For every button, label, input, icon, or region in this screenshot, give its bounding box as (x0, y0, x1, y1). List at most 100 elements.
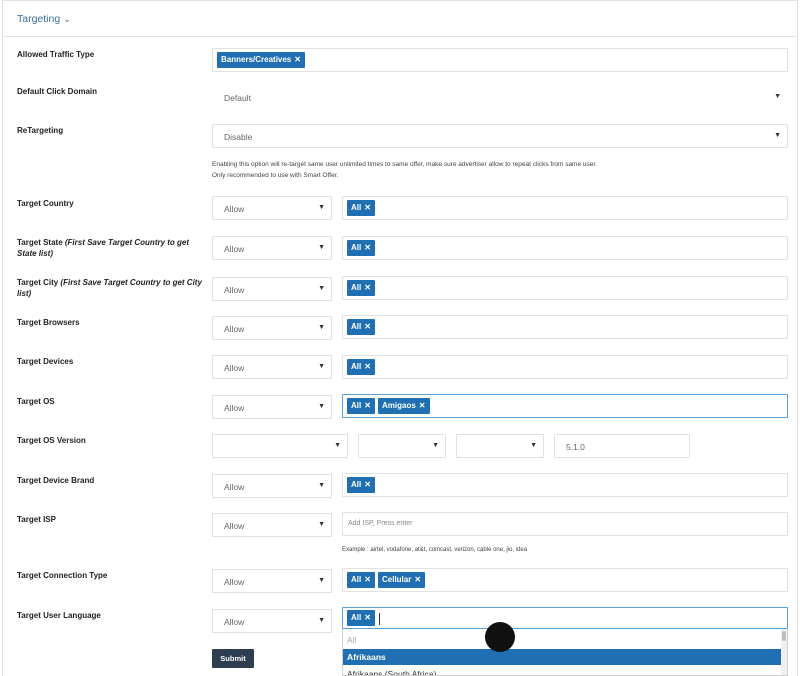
panel-header[interactable]: Targeting ⌄ (3, 1, 797, 37)
tag-all: All ✕ (347, 280, 375, 296)
submit-button[interactable]: Submit (212, 649, 254, 668)
tag-label: All (351, 362, 362, 371)
allowed-traffic-label: Allowed Traffic Type (17, 50, 95, 59)
target-devices-mode-select[interactable]: Allow ▼ (212, 355, 332, 379)
close-icon[interactable]: ✕ (414, 575, 421, 584)
target-country-input[interactable]: All ✕ (342, 196, 788, 220)
target-state-label: Target State (First Save Target Country … (17, 237, 207, 259)
os-version-value: 5.1.0 (566, 442, 585, 452)
retargeting-help-line1: Enabling this option will re-target same… (212, 161, 597, 168)
tag-all: All ✕ (347, 572, 375, 588)
target-city-label: Target City (First Save Target Country t… (17, 277, 207, 299)
close-icon[interactable]: ✕ (364, 401, 371, 410)
tag-label: All (351, 283, 362, 292)
tag-label: Banners/Creatives (221, 55, 292, 64)
target-os-input[interactable]: All ✕ Amigaos ✕ (342, 394, 788, 418)
dropdown-scrollbar[interactable] (781, 629, 787, 675)
tag-amigaos: Amigaos ✕ (378, 398, 430, 414)
target-isp-mode: Allow (224, 521, 245, 531)
target-browsers-mode-select[interactable]: Allow ▼ (212, 316, 332, 340)
close-icon[interactable]: ✕ (364, 480, 371, 489)
caret-down-icon: ▼ (318, 363, 325, 370)
caret-down-icon: ▼ (318, 617, 325, 624)
target-language-mode-select[interactable]: Allow ▼ (212, 609, 332, 633)
close-icon[interactable]: ✕ (294, 55, 301, 64)
target-device-brand-mode: Allow (224, 482, 245, 492)
target-state-input[interactable]: All ✕ (342, 236, 788, 260)
caret-down-icon: ▼ (774, 132, 781, 139)
scrollbar-thumb[interactable] (782, 631, 786, 641)
close-icon[interactable]: ✕ (364, 243, 371, 252)
tag-cellular: Cellular ✕ (378, 572, 426, 588)
close-icon[interactable]: ✕ (364, 322, 371, 331)
target-country-mode-select[interactable]: Allow ▼ (212, 196, 332, 220)
target-city-mode: Allow (224, 285, 245, 295)
close-icon[interactable]: ✕ (364, 283, 371, 292)
tag-all: All ✕ (347, 319, 375, 335)
isp-placeholder: Add ISP, Press enter (348, 520, 413, 527)
tag-label: Amigaos (382, 401, 416, 410)
dropdown-option-afrikaans-south-africa[interactable]: Afrikaans (South Africa) (343, 666, 783, 675)
target-devices-label: Target Devices (17, 357, 74, 366)
target-isp-label: Target ISP (17, 515, 56, 524)
os-version-select-2[interactable]: ▼ (358, 434, 446, 458)
caret-down-icon: ▼ (318, 244, 325, 251)
target-browsers-input[interactable]: All ✕ (342, 315, 788, 339)
retargeting-select[interactable]: Disable ▼ (212, 124, 788, 148)
mouse-cursor-indicator (485, 622, 515, 652)
target-device-brand-label: Target Device Brand (17, 476, 95, 485)
target-country-mode: Allow (224, 204, 245, 214)
target-connection-input[interactable]: All ✕ Cellular ✕ (342, 568, 788, 592)
target-connection-label: Target Connection Type (17, 571, 108, 580)
tag-all: All ✕ (347, 477, 375, 493)
target-os-mode-select[interactable]: Allow ▼ (212, 395, 332, 419)
target-connection-mode-select[interactable]: Allow ▼ (212, 569, 332, 593)
os-version-select-3[interactable]: ▼ (456, 434, 544, 458)
target-state-mode-select[interactable]: Allow ▼ (212, 236, 332, 260)
caret-down-icon: ▼ (318, 482, 325, 489)
close-icon[interactable]: ✕ (364, 613, 371, 622)
tag-all: All ✕ (347, 610, 375, 626)
target-device-brand-mode-select[interactable]: Allow ▼ (212, 474, 332, 498)
close-icon[interactable]: ✕ (419, 401, 426, 410)
tag-label: All (351, 401, 362, 410)
tag-all: All ✕ (347, 398, 375, 414)
close-icon[interactable]: ✕ (364, 362, 371, 371)
target-devices-mode: Allow (224, 363, 245, 373)
tag-all: All ✕ (347, 240, 375, 256)
dropdown-option-afrikaans[interactable]: Afrikaans (343, 649, 783, 665)
click-domain-value: Default (224, 93, 251, 103)
target-country-label: Target Country (17, 199, 74, 208)
target-os-label: Target OS (17, 397, 55, 406)
target-isp-input[interactable]: Add ISP, Press enter (342, 512, 788, 536)
target-city-label-text: Target City (17, 278, 61, 287)
target-state-label-text: Target State (17, 238, 65, 247)
click-domain-select[interactable]: Default ▼ (212, 85, 788, 109)
tag-label: Cellular (382, 575, 412, 584)
dropdown-option-all[interactable]: All (343, 632, 783, 648)
os-version-select-1[interactable]: ▼ (212, 434, 348, 458)
caret-down-icon: ▼ (774, 93, 781, 100)
os-version-input[interactable]: 5.1.0 (554, 434, 690, 458)
caret-down-icon: ▼ (318, 577, 325, 584)
language-dropdown[interactable]: All Afrikaans Afrikaans (South Africa) (342, 629, 788, 676)
target-city-mode-select[interactable]: Allow ▼ (212, 277, 332, 301)
retargeting-help-line2: Only recommended to use with Smart Offer… (212, 172, 339, 179)
target-city-input[interactable]: All ✕ (342, 276, 788, 300)
panel-title-text: Targeting (17, 13, 61, 25)
target-language-input[interactable]: All ✕ (342, 607, 788, 629)
tag-banners-creatives: Banners/Creatives ✕ (217, 52, 305, 68)
target-isp-mode-select[interactable]: Allow ▼ (212, 513, 332, 537)
close-icon[interactable]: ✕ (364, 203, 371, 212)
panel-title[interactable]: Targeting ⌄ (17, 13, 71, 25)
target-device-brand-input[interactable]: All ✕ (342, 473, 788, 497)
tag-label: All (351, 575, 362, 584)
close-icon[interactable]: ✕ (364, 575, 371, 584)
target-devices-input[interactable]: All ✕ (342, 355, 788, 379)
chevron-down-icon[interactable]: ⌄ (63, 14, 71, 24)
tag-all: All ✕ (347, 200, 375, 216)
allowed-traffic-input[interactable]: Banners/Creatives ✕ (212, 48, 788, 72)
target-connection-mode: Allow (224, 577, 245, 587)
caret-down-icon: ▼ (432, 442, 439, 449)
caret-down-icon: ▼ (318, 403, 325, 410)
